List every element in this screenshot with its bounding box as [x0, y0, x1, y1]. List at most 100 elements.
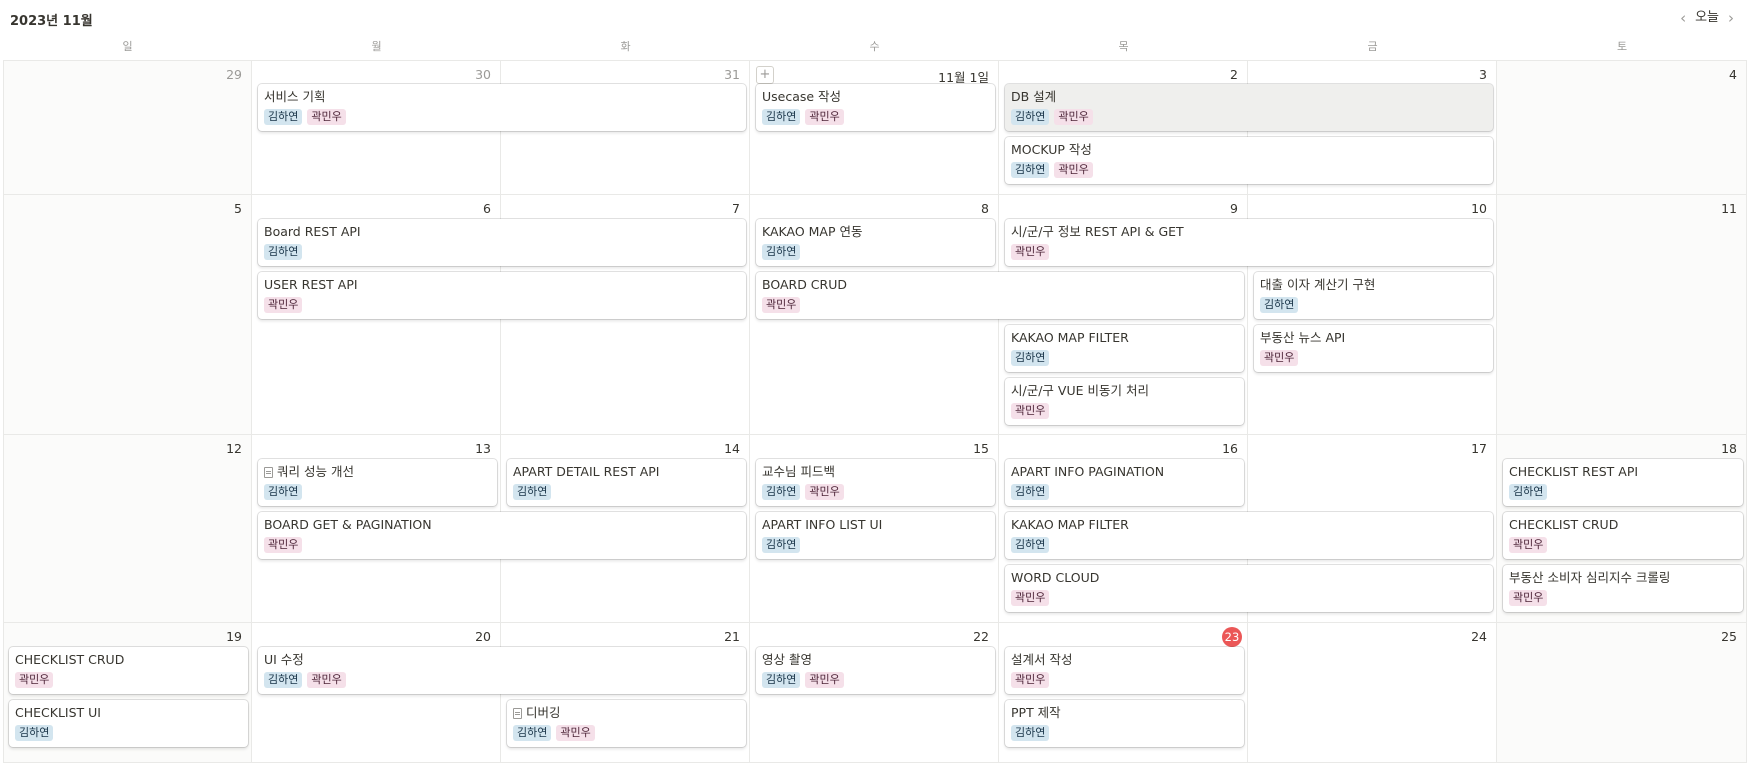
- event-card[interactable]: 영상 촬영김하연 곽민우: [756, 647, 995, 694]
- event-title-row: 부동산 뉴스 API: [1260, 329, 1487, 347]
- event-card[interactable]: 설계서 작성 곽민우: [1005, 647, 1244, 694]
- event-title-row: KAKAO MAP FILTER: [1011, 329, 1238, 347]
- event-card[interactable]: CHECKLIST UI 김하연: [9, 700, 248, 747]
- day-cell[interactable]: 24: [1248, 623, 1497, 763]
- event-tags: 곽민우: [15, 672, 242, 688]
- weekday-label: 월: [371, 40, 382, 53]
- person-tag: 곽민우: [307, 109, 346, 125]
- day-number: 3: [1479, 67, 1487, 82]
- event-title: 영상 촬영: [762, 652, 812, 667]
- event-title: MOCKUP 작성: [1011, 142, 1092, 157]
- weekday-header: 일월화수목금토: [3, 38, 1747, 60]
- event-title-row: APART INFO LIST UI: [762, 516, 989, 534]
- event-title-row: 시/군/구 VUE 비동기 처리: [1011, 382, 1238, 400]
- day-number: 4: [1729, 67, 1737, 82]
- person-tag: 김하연: [1260, 297, 1299, 313]
- day-cell[interactable]: 12: [3, 435, 252, 623]
- day-cell[interactable]: 5: [3, 195, 252, 435]
- event-card[interactable]: UI 수정 김하연 곽민우: [258, 647, 746, 694]
- event-card[interactable]: Usecase 작성 김하연 곽민우: [756, 84, 995, 131]
- event-title-row: 서비스 기획: [264, 88, 740, 106]
- day-number: 13: [475, 441, 491, 456]
- event-card[interactable]: 부동산 뉴스 API 곽민우: [1254, 325, 1493, 372]
- day-cell[interactable]: 25: [1497, 623, 1747, 763]
- event-card[interactable]: MOCKUP 작성 김하연 곽민우: [1005, 137, 1493, 184]
- day-cell[interactable]: 29: [3, 60, 252, 195]
- event-tags: 김하연 곽민우: [1011, 109, 1487, 125]
- event-card[interactable]: CHECKLIST CRUD 곽민우: [1503, 512, 1743, 559]
- event-card[interactable]: Board REST API 김하연: [258, 219, 746, 266]
- event-card[interactable]: BOARD GET & PAGINATION 곽민우: [258, 512, 746, 559]
- event-title: CHECKLIST CRUD: [15, 652, 125, 667]
- event-title-row: CHECKLIST CRUD: [1509, 516, 1737, 534]
- person-tag: 김하연: [264, 109, 303, 125]
- day-number: 15: [973, 441, 989, 456]
- chevron-left-icon[interactable]: ‹: [1677, 9, 1689, 27]
- event-tags: 곽민우: [1011, 403, 1238, 419]
- event-card[interactable]: KAKAO MAP FILTER 김하연: [1005, 325, 1244, 372]
- person-tag: 곽민우: [1054, 109, 1093, 125]
- event-card[interactable]: 부동산 소비자 심리지수 크롤링곽민우: [1503, 565, 1743, 612]
- event-title-row: KAKAO MAP FILTER: [1011, 516, 1487, 534]
- event-card[interactable]: 시/군/구 VUE 비동기 처리곽민우: [1005, 378, 1244, 425]
- chevron-right-icon[interactable]: ›: [1725, 9, 1737, 27]
- calendar-header: 2023년 11월 ‹ 오늘 ›: [0, 0, 1749, 38]
- day-number: 5: [234, 201, 242, 216]
- event-card[interactable]: 교수님 피드백 김하연 곽민우: [756, 459, 995, 506]
- day-number: 29: [226, 67, 242, 82]
- day-cell[interactable]: 11: [1497, 195, 1747, 435]
- today-button[interactable]: 오늘: [1695, 9, 1719, 27]
- day-number: 2: [1230, 67, 1238, 82]
- day-number: 18: [1721, 441, 1737, 456]
- plus-icon[interactable]: +: [756, 66, 774, 84]
- event-tags: 김하연 곽민우: [762, 672, 989, 688]
- event-tags: 김하연: [1509, 484, 1737, 500]
- event-title: CHECKLIST REST API: [1509, 464, 1639, 479]
- event-title-row: APART INFO PAGINATION: [1011, 463, 1238, 481]
- event-title-row: CHECKLIST REST API: [1509, 463, 1737, 481]
- person-tag: 김하연: [513, 484, 552, 500]
- person-tag: 김하연: [1011, 109, 1050, 125]
- day-number: 17: [1471, 441, 1487, 456]
- event-title: KAKAO MAP 연동: [762, 224, 863, 239]
- event-title-row: 교수님 피드백: [762, 463, 989, 481]
- event-title: 부동산 소비자 심리지수 크롤링: [1509, 570, 1671, 585]
- person-tag: 곽민우: [1509, 590, 1548, 606]
- event-card[interactable]: APART INFO PAGINATION 김하연: [1005, 459, 1244, 506]
- event-card[interactable]: CHECKLIST CRUD 곽민우: [9, 647, 248, 694]
- event-card[interactable]: 서비스 기획김하연 곽민우: [258, 84, 746, 131]
- event-card[interactable]: 대출 이자 계산기 구현김하연: [1254, 272, 1493, 319]
- event-title: DB 설계: [1011, 89, 1057, 104]
- event-title: 디버깅: [526, 705, 561, 720]
- day-number: 31: [724, 67, 740, 82]
- event-tags: 곽민우: [264, 297, 740, 313]
- event-tags: 김하연: [1260, 297, 1487, 313]
- month-navigation: ‹ 오늘 ›: [1677, 9, 1737, 27]
- event-card[interactable]: 쿼리 성능 개선 김하연: [258, 459, 497, 506]
- person-tag: 김하연: [15, 725, 54, 741]
- event-card[interactable]: KAKAO MAP FILTER 김하연: [1005, 512, 1493, 559]
- event-title: 대출 이자 계산기 구현: [1260, 277, 1376, 292]
- event-title: KAKAO MAP FILTER: [1011, 330, 1129, 345]
- event-card[interactable]: DB 설계김하연 곽민우: [1005, 84, 1493, 131]
- month-title: 2023년 11월: [10, 14, 93, 29]
- event-card[interactable]: 디버깅 김하연 곽민우: [507, 700, 746, 747]
- person-tag: 김하연: [1509, 484, 1548, 500]
- day-cell[interactable]: 4: [1497, 60, 1747, 195]
- event-card[interactable]: USER REST API 곽민우: [258, 272, 746, 319]
- person-tag: 김하연: [762, 109, 801, 125]
- event-card[interactable]: 시/군/구 정보 REST API & GET 곽민우: [1005, 219, 1493, 266]
- event-card[interactable]: CHECKLIST REST API 김하연: [1503, 459, 1743, 506]
- event-card[interactable]: APART DETAIL REST API 김하연: [507, 459, 746, 506]
- event-tags: 김하연 곽민우: [264, 109, 740, 125]
- event-card[interactable]: WORD CLOUD 곽민우: [1005, 565, 1493, 612]
- event-card[interactable]: BOARD CRUD 곽민우: [756, 272, 1244, 319]
- event-card[interactable]: PPT 제작 김하연: [1005, 700, 1244, 747]
- event-card[interactable]: APART INFO LIST UI 김하연: [756, 512, 995, 559]
- event-title-row: 대출 이자 계산기 구현: [1260, 276, 1487, 294]
- person-tag: 곽민우: [307, 672, 346, 688]
- event-tags: 곽민우: [1011, 244, 1487, 260]
- event-title: BOARD GET & PAGINATION: [264, 517, 432, 532]
- event-title: CHECKLIST UI: [15, 705, 101, 720]
- event-card[interactable]: KAKAO MAP 연동 김하연: [756, 219, 995, 266]
